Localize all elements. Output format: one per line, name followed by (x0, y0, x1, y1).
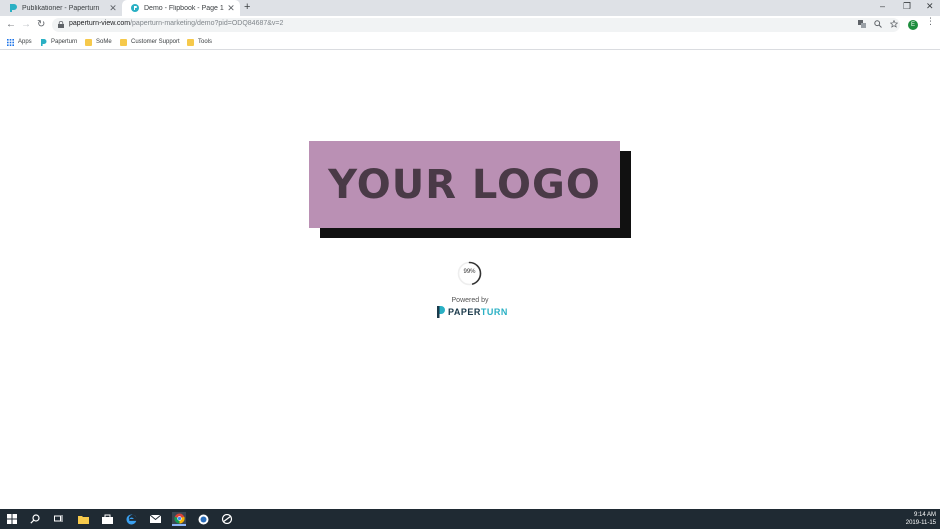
url-text: paperturn-view.com/paperturn-marketing/d… (69, 20, 283, 27)
windows-icon (7, 514, 17, 524)
folder-icon (120, 38, 127, 46)
paperturn-brand-logo[interactable]: PAPERTURN (436, 305, 508, 318)
menu-icon[interactable]: ⋮ (926, 17, 935, 26)
bookmark-customer-support[interactable]: Customer Support (120, 37, 180, 47)
mail-icon (149, 515, 161, 523)
lock-icon (58, 21, 64, 28)
store-bag-icon (101, 514, 113, 524)
bookmark-star-icon[interactable] (890, 20, 898, 28)
bookmark-tools[interactable]: Tools (187, 37, 212, 47)
search-button[interactable] (28, 512, 42, 526)
folder-icon (77, 515, 89, 524)
bookmark-some[interactable]: SoMe (85, 37, 112, 47)
clock-date: 2019-11-15 (905, 520, 936, 526)
address-bar[interactable]: paperturn-view.com/paperturn-marketing/d… (52, 18, 900, 32)
forward-icon[interactable]: → (21, 19, 31, 30)
app-button-cloud[interactable] (220, 512, 234, 526)
close-icon[interactable]: ✕ (226, 3, 236, 14)
powered-by-text: Powered by (451, 297, 489, 304)
loading-percent: 99% (463, 269, 476, 275)
task-view-icon (54, 515, 63, 522)
bookmark-apps[interactable]: Apps (7, 37, 32, 47)
profile-avatar[interactable]: E (908, 20, 918, 30)
store-button[interactable] (100, 512, 114, 526)
brand-text-paper: PAPER (448, 306, 481, 317)
paperturn-icon (437, 305, 445, 318)
reload-icon[interactable]: ↻ (37, 19, 45, 30)
browser-toolbar: ← → ↻ paperturn-view.com/paperturn-marke… (0, 16, 940, 34)
tab-title: Publikationer - Paperturn (22, 4, 100, 12)
clock-time: 9:14 AM (913, 512, 936, 518)
tab-strip: Publikationer - Paperturn ✕ Demo - Flipb… (0, 0, 940, 16)
task-view-button[interactable] (52, 512, 66, 526)
zoom-icon[interactable] (874, 20, 882, 28)
app-button-globe[interactable] (196, 512, 210, 526)
bookmark-label: Customer Support (131, 39, 180, 45)
minimize-icon[interactable]: – (880, 1, 885, 11)
edge-icon (126, 513, 136, 524)
close-icon[interactable]: ✕ (108, 3, 118, 14)
bookmark-label: Apps (18, 39, 32, 45)
system-clock[interactable]: 9:14 AM 2019-11-15 (906, 511, 936, 527)
chrome-icon (173, 513, 185, 524)
tab-demo-flipbook[interactable]: Demo - Flipbook - Page 1 ✕ (122, 0, 240, 16)
brand-text-turn: TURN (480, 306, 508, 317)
page-loading-icon (131, 4, 139, 12)
restore-icon[interactable]: ❐ (903, 1, 911, 12)
mail-button[interactable] (148, 512, 162, 526)
back-icon[interactable]: ← (6, 19, 16, 30)
translate-icon[interactable] (858, 20, 866, 28)
bookmarks-bar: Apps Paperturn SoMe Customer Support Too… (0, 34, 940, 50)
apps-grid-icon (7, 38, 14, 46)
url-host: paperturn-view.com (69, 20, 131, 27)
start-button[interactable] (5, 512, 19, 526)
new-tab-icon[interactable]: + (244, 1, 250, 13)
folder-icon (85, 38, 92, 46)
window-close-icon[interactable]: ✕ (926, 1, 934, 12)
bookmark-label: Tools (198, 39, 213, 45)
tab-publikationer[interactable]: Publikationer - Paperturn ✕ (0, 0, 122, 16)
paperturn-icon (10, 4, 17, 12)
bookmark-label: SoMe (96, 39, 112, 45)
search-icon (30, 514, 40, 524)
url-path: /paperturn-marketing/demo?pid=ODQ84687&v… (130, 20, 284, 27)
windows-taskbar: 9:14 AM 2019-11-15 (0, 509, 940, 529)
globe-icon (198, 514, 208, 524)
logo-placeholder: YOUR LOGO (309, 141, 620, 228)
cloud-app-icon (221, 514, 233, 524)
file-explorer-button[interactable] (76, 512, 90, 526)
edge-button[interactable] (124, 512, 138, 526)
browser-window: Publikationer - Paperturn ✕ Demo - Flipb… (0, 0, 940, 529)
bookmark-paperturn[interactable]: Paperturn (40, 37, 77, 47)
bookmark-label: Paperturn (51, 39, 78, 45)
paperturn-icon (41, 38, 47, 46)
chrome-button[interactable] (172, 512, 186, 526)
logo-text: YOUR LOGO (328, 161, 601, 208)
folder-icon (187, 38, 194, 46)
tab-title: Demo - Flipbook - Page 1 (144, 4, 224, 12)
